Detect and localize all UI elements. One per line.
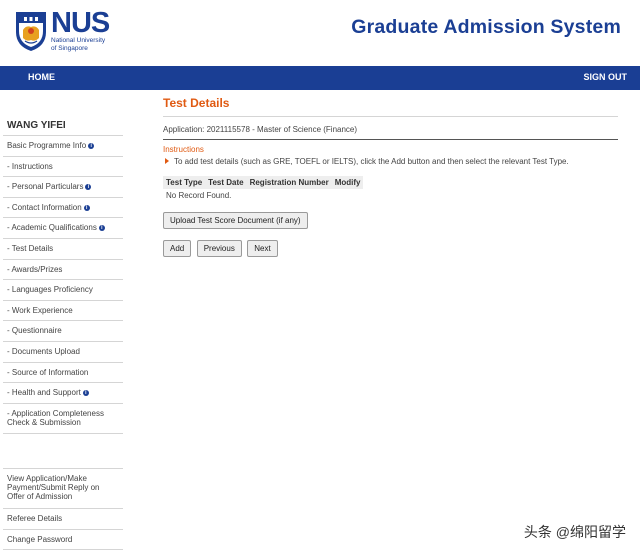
page-title: Test Details xyxy=(163,96,230,110)
no-record-message: No Record Found. xyxy=(166,191,232,200)
application-line: Application: 2021115578 - Master of Scie… xyxy=(163,116,618,140)
info-icon[interactable]: i xyxy=(83,204,90,211)
logo-line1: National University xyxy=(51,37,106,44)
sidebar-bottom-item[interactable]: View Application/Make Payment/Submit Rep… xyxy=(3,469,123,509)
main-content: Test Details Application: 2021115578 - M… xyxy=(163,92,618,257)
add-button[interactable]: Add xyxy=(163,240,192,257)
col-registration-number: Registration Number xyxy=(246,176,332,189)
info-icon[interactable]: i xyxy=(98,225,105,232)
sidebar-bottom-menu: View Application/Make Payment/Submit Rep… xyxy=(3,468,123,551)
sidebar-bottom-item[interactable]: Change Password xyxy=(3,530,123,551)
sidebar-item-label: - Work Experience xyxy=(7,305,73,315)
sidebar-item[interactable]: - Questionnaire xyxy=(3,321,123,342)
sidebar-item[interactable]: Basic Programme Info i xyxy=(3,136,123,157)
logo-line2: of Singapore xyxy=(51,45,88,52)
sidebar-item-label: - Source of Information xyxy=(7,367,89,377)
info-icon[interactable]: i xyxy=(82,390,89,397)
col-modify: Modify xyxy=(331,176,364,189)
table-row: No Record Found. xyxy=(163,189,363,202)
sidebar-item[interactable]: - Personal Particulars i xyxy=(3,177,123,198)
sidebar-item-label: - Awards/Prizes xyxy=(7,264,63,274)
nus-crest-icon xyxy=(16,12,46,51)
sidebar-item[interactable]: - Awards/Prizes xyxy=(3,260,123,281)
col-test-date: Test Date xyxy=(205,176,247,189)
sidebar-item-label: Basic Programme Info xyxy=(7,141,87,150)
sidebar-item[interactable]: - Health and Support i xyxy=(3,383,123,404)
sidebar-item-label: - Instructions xyxy=(7,161,53,171)
upload-test-score-button[interactable]: Upload Test Score Document (if any) xyxy=(163,212,308,229)
sidebar-item-label: - Personal Particulars xyxy=(7,182,84,192)
user-name: WANG YIFEI xyxy=(3,110,123,136)
sidebar-item-label: - Health and Support xyxy=(7,388,81,398)
sidebar-item[interactable]: - Languages Proficiency xyxy=(3,280,123,301)
header: NUS National University of Singapore Gra… xyxy=(0,0,640,66)
sidebar-menu: Basic Programme Info i - Instructions - Per… xyxy=(3,136,123,434)
sidebar-item[interactable]: - Contact Information i xyxy=(3,198,123,219)
sidebar-bottom-item[interactable]: Referee Details xyxy=(3,509,123,530)
instructions-title: Instructions xyxy=(163,145,204,154)
instructions-item: To add test details (such as GRE, TOEFL … xyxy=(163,157,618,166)
sidebar-item[interactable]: - Test Details xyxy=(3,239,123,260)
logo-abbr: NUS xyxy=(51,7,110,39)
watermark: 头条 @绵阳留学 xyxy=(523,524,626,540)
nus-logo[interactable]: NUS National University of Singapore xyxy=(14,7,110,53)
bullet-arrow-icon xyxy=(165,158,169,164)
system-title: Graduate Admission System xyxy=(351,16,621,38)
previous-button[interactable]: Previous xyxy=(196,240,242,257)
info-icon[interactable]: i xyxy=(88,143,95,149)
sidebar: WANG YIFEI Basic Programme Info i - Instru… xyxy=(3,110,123,434)
sidebar-item[interactable]: - Instructions xyxy=(3,157,123,178)
sidebar-item-label: - Questionnaire xyxy=(7,326,62,336)
test-details-table: Test Type Test Date Registration Number … xyxy=(163,176,364,202)
sidebar-item-label: - Test Details xyxy=(7,243,54,253)
sidebar-item-label: - Contact Information xyxy=(7,202,82,212)
sidebar-item[interactable]: - Work Experience xyxy=(3,301,123,322)
col-test-type: Test Type xyxy=(163,176,206,189)
next-button[interactable]: Next xyxy=(247,240,278,257)
sidebar-item[interactable]: - Application Completeness Check & Submi… xyxy=(3,404,123,434)
sidebar-item[interactable]: - Source of Information xyxy=(3,363,123,384)
sign-out-link[interactable]: SIGN OUT xyxy=(583,72,627,82)
info-icon[interactable]: i xyxy=(85,184,92,191)
sidebar-item-label: - Documents Upload xyxy=(7,346,80,356)
sidebar-item[interactable]: - Academic Qualifications i xyxy=(3,218,123,239)
sidebar-item-label: - Application Completeness Check & Submi… xyxy=(7,408,104,427)
instructions-text: To add test details (such as GRE, TOEFL … xyxy=(174,157,569,166)
table-header-row: Test Type Test Date Registration Number … xyxy=(163,176,364,189)
top-navbar: HOME SIGN OUT xyxy=(0,66,640,90)
home-link[interactable]: HOME xyxy=(28,72,55,82)
sidebar-item[interactable]: - Documents Upload xyxy=(3,342,123,363)
sidebar-item-label: - Academic Qualifications xyxy=(7,223,97,233)
sidebar-item-label: - Languages Proficiency xyxy=(7,285,93,295)
